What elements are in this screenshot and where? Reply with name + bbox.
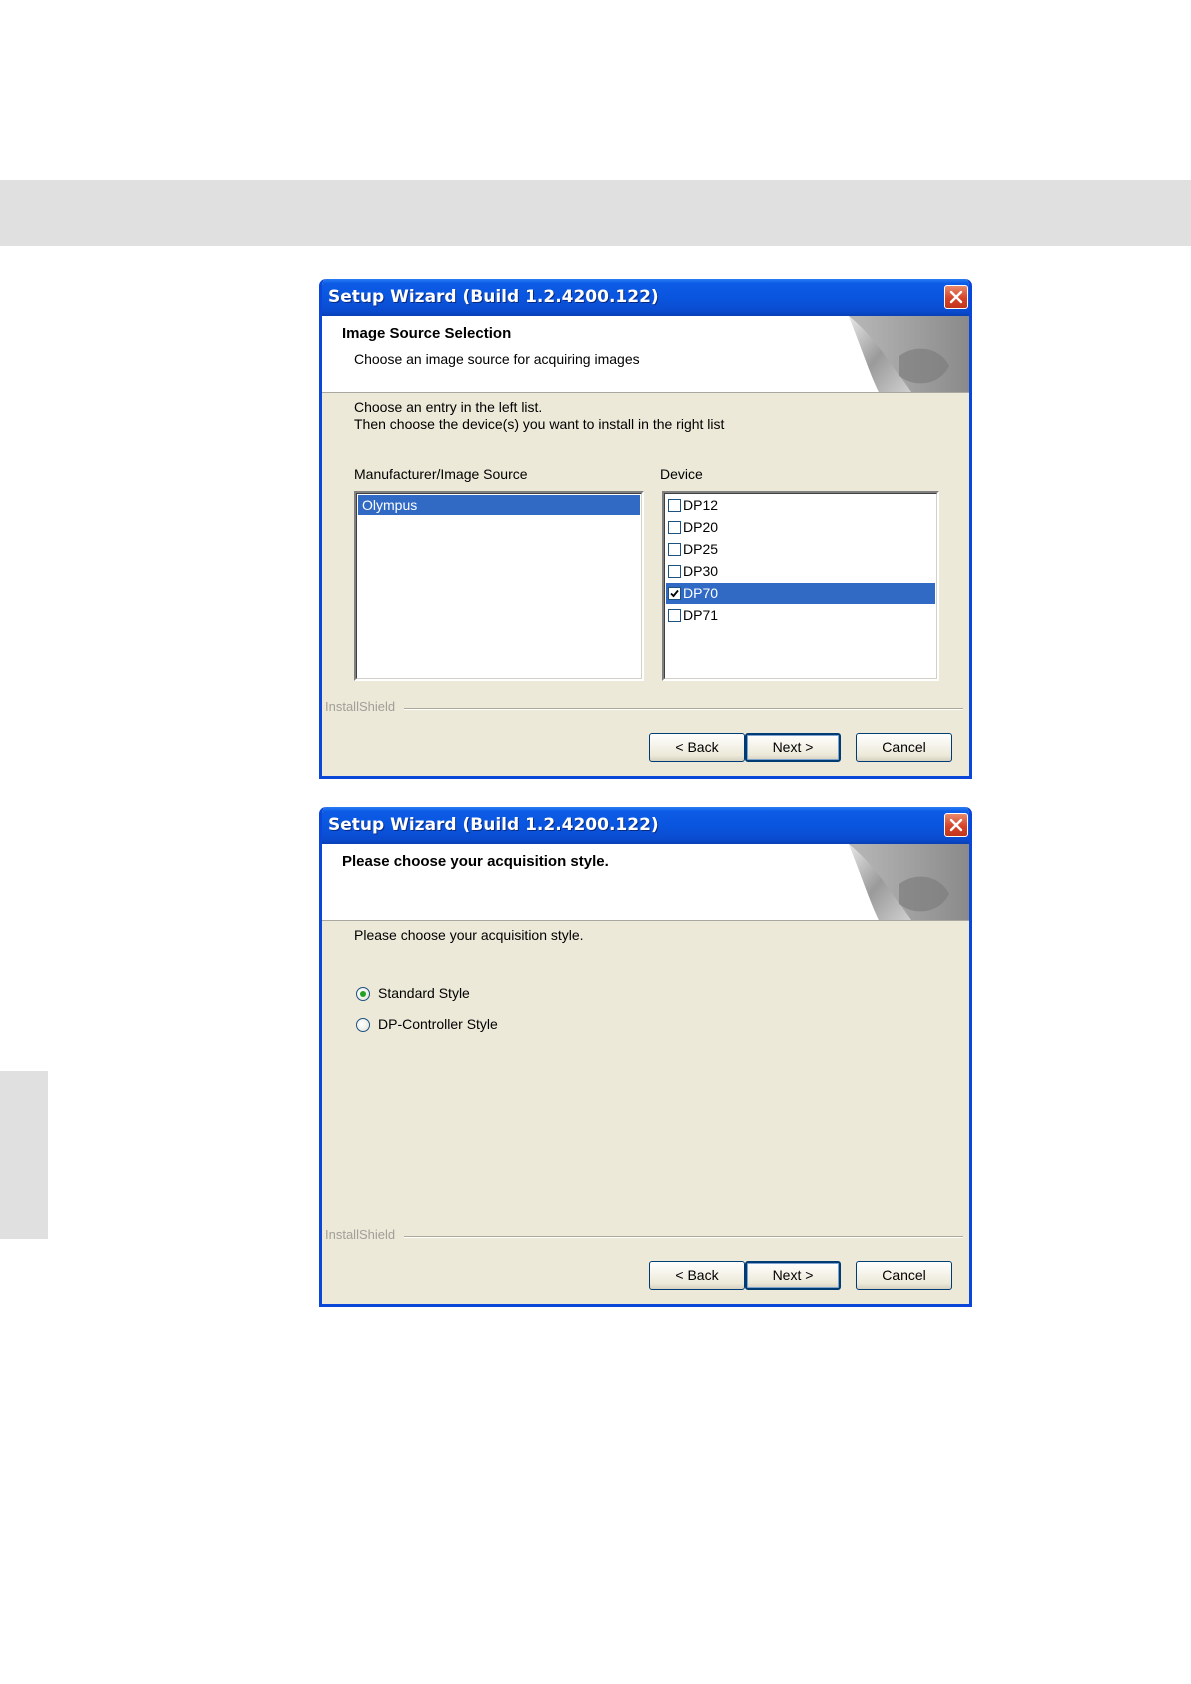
back-button[interactable]: < Back [649, 1261, 745, 1290]
device-item-label: DP71 [683, 607, 719, 623]
instruction-line-1: Choose an entry in the left list. [354, 399, 543, 415]
page-side-tab [0, 1071, 48, 1239]
page-header-band [0, 180, 1191, 246]
radio-button-selected[interactable] [356, 987, 370, 1001]
manufacturer-label: Manufacturer/Image Source [354, 466, 528, 482]
next-button[interactable]: Next > [745, 1261, 841, 1290]
wizard-header: Image Source Selection Choose an image s… [322, 316, 969, 393]
close-icon [949, 818, 963, 832]
page-curl-art [849, 316, 969, 392]
title-bar[interactable]: Setup Wizard (Build 1.2.4200.122) [322, 279, 969, 316]
radio-label: DP-Controller Style [378, 1016, 498, 1032]
instruction-line-2: Then choose the device(s) you want to in… [354, 416, 725, 432]
title-bar[interactable]: Setup Wizard (Build 1.2.4200.122) [322, 807, 969, 844]
wizard-header: Please choose your acquisition style. [322, 844, 969, 921]
device-item-label: DP70 [683, 585, 719, 601]
setup-wizard-dialog-acquisition-style: Setup Wizard (Build 1.2.4200.122) Please… [319, 807, 972, 1307]
radio-label: Standard Style [378, 985, 470, 1001]
checkmark-icon [670, 589, 679, 598]
setup-wizard-dialog-image-source: Setup Wizard (Build 1.2.4200.122) Image … [319, 279, 972, 779]
close-button[interactable] [944, 285, 968, 309]
cancel-button[interactable]: Cancel [856, 1261, 952, 1290]
device-item-dp12[interactable]: DP12 [666, 495, 935, 516]
list-item-label: Olympus [362, 497, 418, 513]
close-icon [949, 290, 963, 304]
device-item-dp30[interactable]: DP30 [666, 561, 935, 582]
device-item-label: DP25 [683, 541, 719, 557]
radio-button[interactable] [356, 1018, 370, 1032]
back-button[interactable]: < Back [649, 733, 745, 762]
next-button[interactable]: Next > [745, 733, 841, 762]
checkbox[interactable] [668, 543, 681, 556]
device-item-dp71[interactable]: DP71 [666, 605, 935, 626]
device-item-dp25[interactable]: DP25 [666, 539, 935, 560]
checkbox[interactable] [668, 521, 681, 534]
device-item-label: DP20 [683, 519, 719, 535]
header-title: Please choose your acquisition style. [342, 853, 609, 870]
checkbox[interactable] [668, 499, 681, 512]
list-item-olympus[interactable]: Olympus [358, 495, 640, 515]
close-button[interactable] [944, 813, 968, 837]
checkbox-checked[interactable] [668, 587, 681, 600]
checkbox[interactable] [668, 565, 681, 578]
window-title: Setup Wizard (Build 1.2.4200.122) [328, 815, 659, 835]
window-title: Setup Wizard (Build 1.2.4200.122) [328, 287, 659, 307]
cancel-button[interactable]: Cancel [856, 733, 952, 762]
header-title: Image Source Selection [342, 325, 512, 342]
footer-divider [404, 1236, 963, 1238]
page-curl-art [849, 844, 969, 920]
installshield-brand: InstallShield [325, 1227, 396, 1242]
device-item-label: DP30 [683, 563, 719, 579]
installshield-brand: InstallShield [325, 699, 396, 714]
device-listbox[interactable]: DP12 DP20 DP25 DP30 DP70 DP71 [662, 491, 939, 681]
checkbox[interactable] [668, 609, 681, 622]
device-label: Device [660, 466, 703, 482]
manufacturer-listbox[interactable]: Olympus [354, 491, 644, 681]
header-subtitle: Choose an image source for acquiring ima… [354, 351, 640, 367]
device-item-label: DP12 [683, 497, 719, 513]
device-item-dp20[interactable]: DP20 [666, 517, 935, 538]
instruction-text: Please choose your acquisition style. [354, 927, 584, 943]
device-item-dp70[interactable]: DP70 [666, 583, 935, 604]
footer-divider [404, 708, 963, 710]
